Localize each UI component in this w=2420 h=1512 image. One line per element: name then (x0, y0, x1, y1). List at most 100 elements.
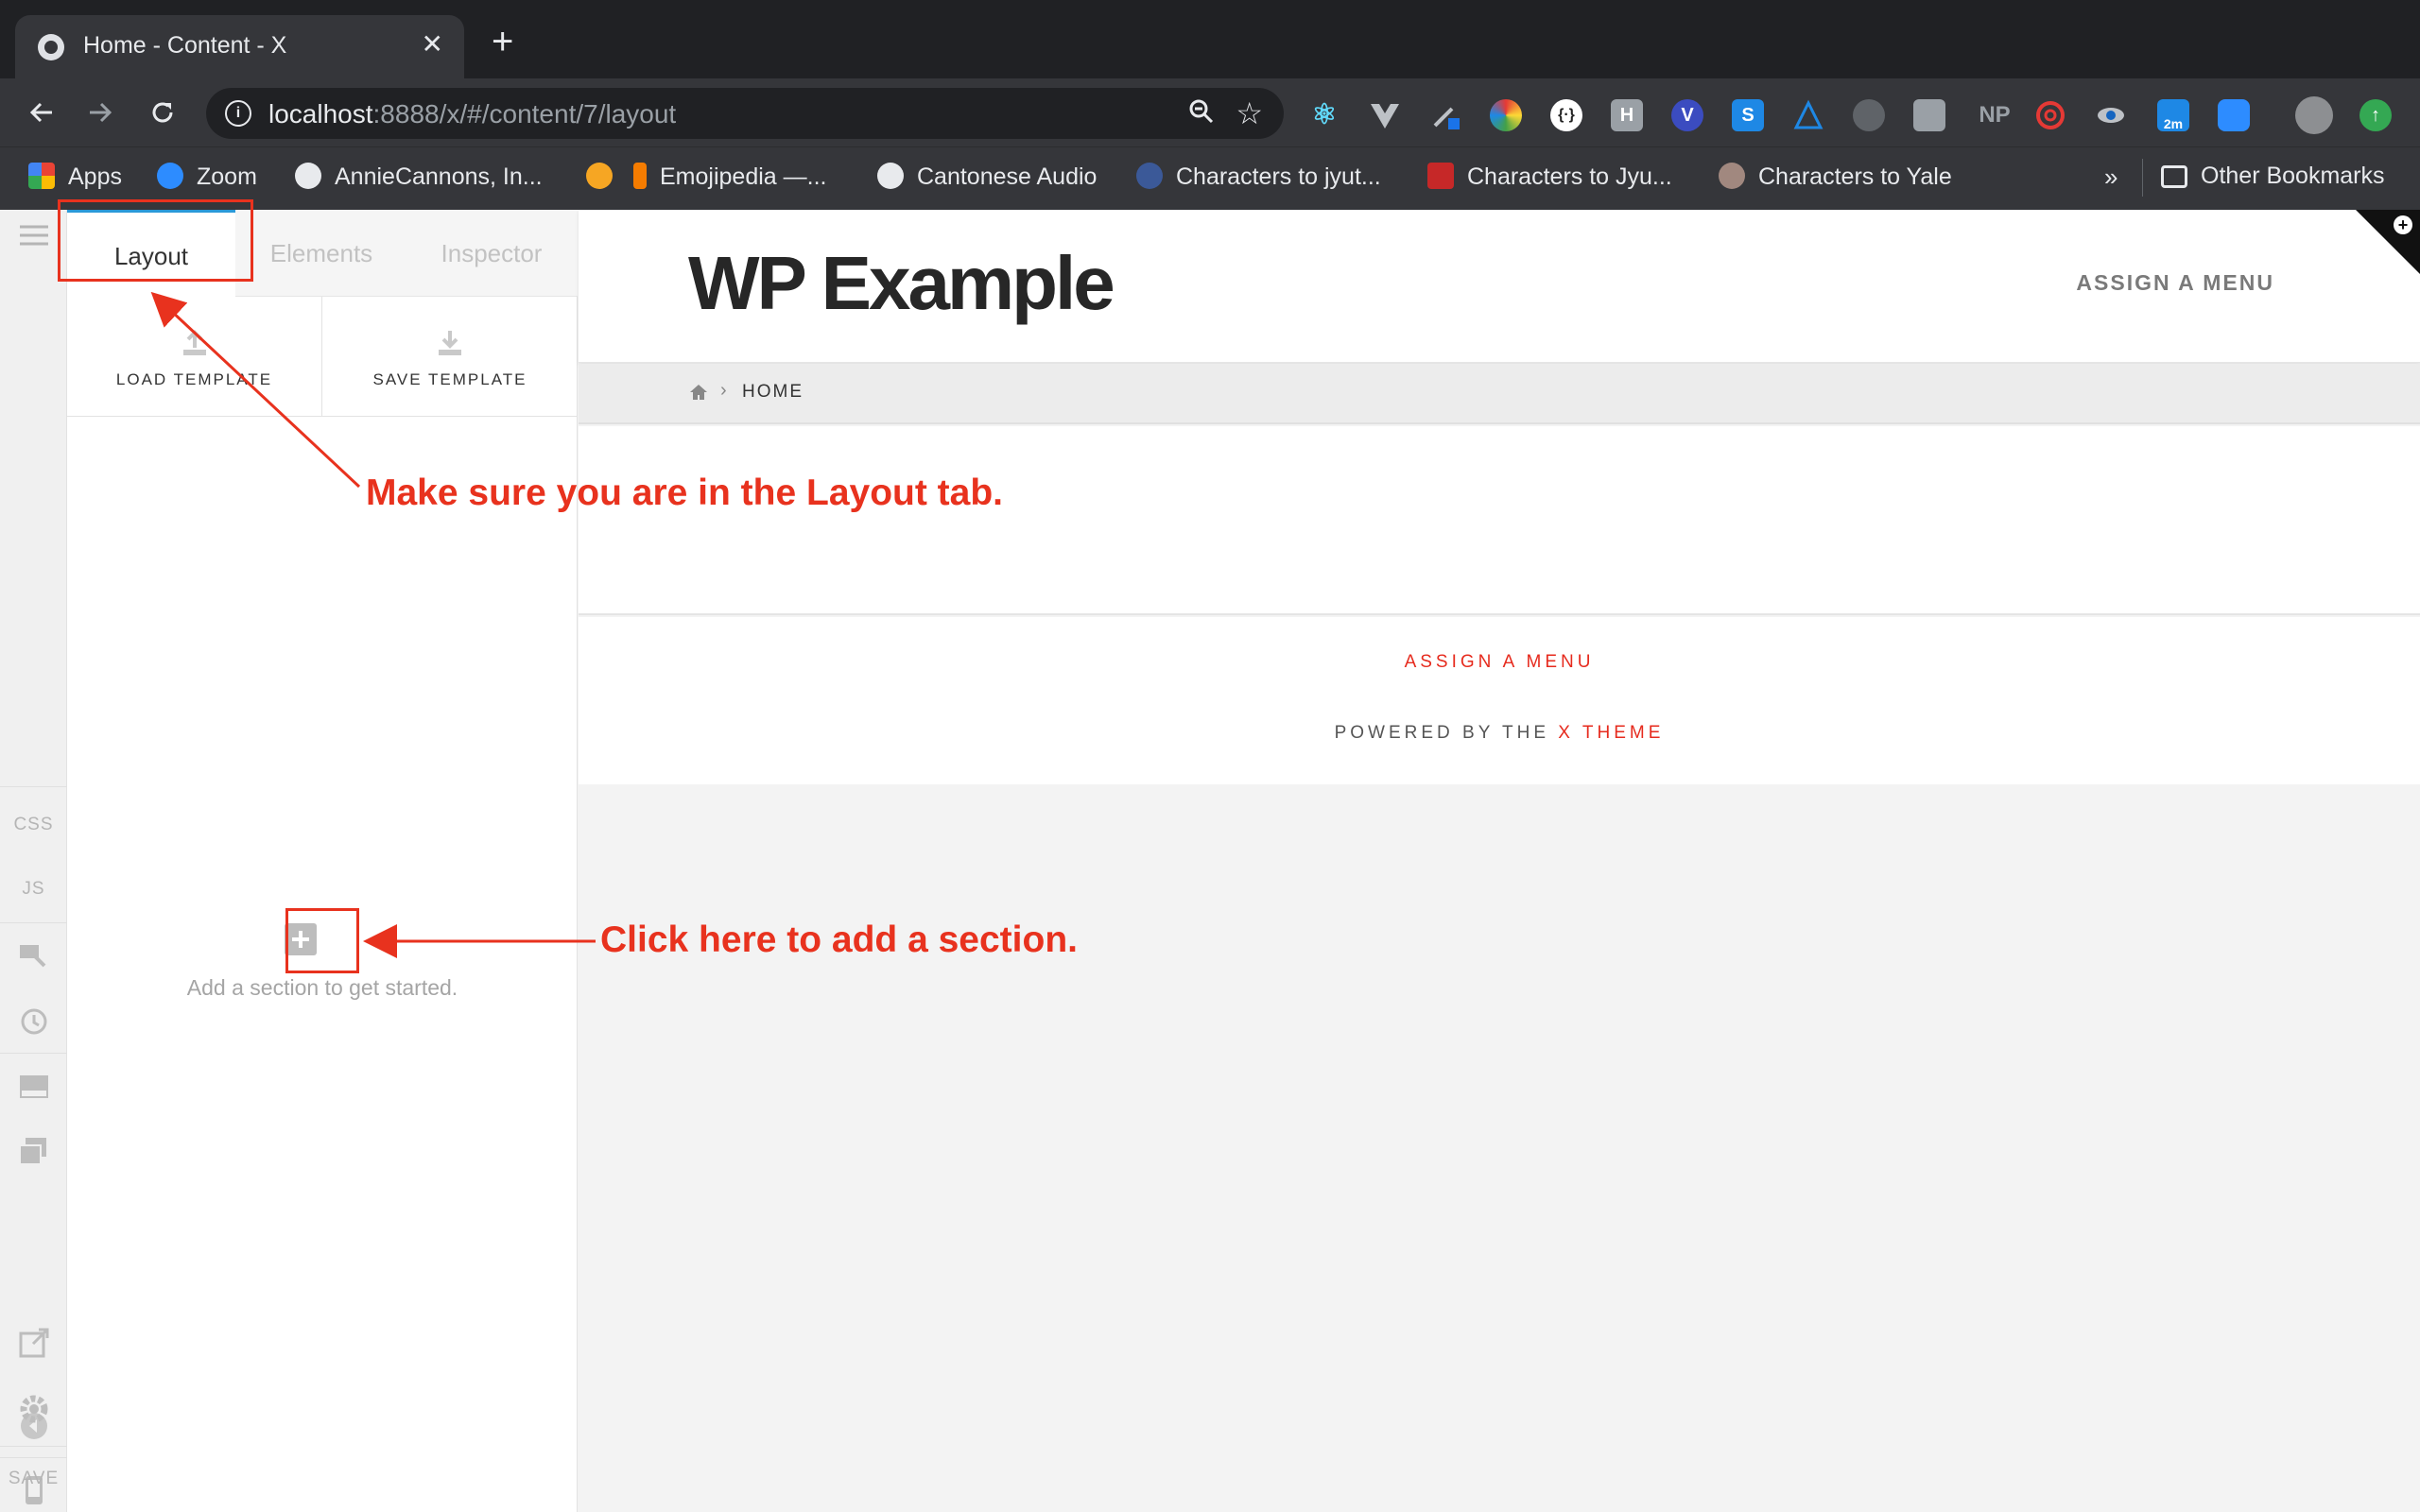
copy-icon[interactable] (0, 1136, 67, 1172)
browser-toolbar: i localhost:8888/x/#/content/7/layout ☆ … (0, 78, 2420, 146)
bookmark-characters-jyu[interactable]: Characters to Jyu... (1427, 163, 1672, 191)
download-icon (439, 331, 461, 355)
json-icon[interactable]: {·} (1550, 99, 1582, 131)
globe-icon (877, 163, 904, 189)
zoom-icon[interactable] (1187, 97, 1216, 132)
back-button[interactable] (19, 90, 64, 139)
rail-divider (0, 922, 67, 923)
bookmark-anniecannons[interactable]: AnnieCannons, In... (295, 163, 543, 191)
timer-icon[interactable]: 2m (2157, 99, 2189, 131)
new-tab-button[interactable]: + (492, 23, 513, 60)
rail-divider (0, 1053, 67, 1054)
vue-icon[interactable] (1369, 99, 1401, 131)
save-template-button[interactable]: SAVE TEMPLATE (322, 297, 578, 417)
bookmark-label: Characters to Yale (1758, 163, 1952, 190)
s-icon[interactable]: S (1732, 99, 1764, 131)
bookmarks-bar: Apps Zoom AnnieCannons, In... Emojipedia… (0, 146, 2420, 210)
tab-inspector[interactable]: Inspector (407, 210, 576, 297)
camera-icon[interactable] (1853, 99, 1885, 131)
v-icon[interactable]: V (1671, 99, 1703, 131)
history-icon[interactable] (0, 1005, 67, 1043)
rail-divider (0, 786, 67, 787)
js-button[interactable]: JS (0, 879, 67, 900)
update-icon[interactable]: ↑ (2360, 99, 2392, 131)
bookmark-characters-yale[interactable]: Characters to Yale (1719, 163, 1952, 191)
save-button[interactable]: SAVE (0, 1469, 67, 1489)
settings-gear-icon[interactable] (0, 1393, 67, 1431)
browser-tab[interactable]: Home - Content - X ✕ (15, 15, 464, 78)
layout-tab-highlight (58, 199, 253, 282)
other-bookmarks-label: Other Bookmarks (2201, 163, 2385, 189)
bookmark-star-icon[interactable]: ☆ (1236, 95, 1263, 131)
add-section-note: Click here to add a section. (600, 919, 1078, 960)
tab-elements[interactable]: Elements (237, 210, 406, 297)
bookmark-apps[interactable]: Apps (28, 163, 122, 191)
bookmark-label: Characters to Jyu... (1467, 163, 1672, 190)
h-icon[interactable]: H (1611, 99, 1643, 131)
bookmark-cantonese-audio[interactable]: Cantonese Audio (877, 163, 1097, 191)
footer-powered-text: POWERED BY THE (1334, 723, 1549, 743)
rail-divider (0, 1446, 67, 1447)
site-header: WP Example ASSIGN A MENU + (579, 210, 2420, 363)
breadcrumb: › HOME (579, 364, 2420, 424)
upload-icon (182, 330, 206, 355)
reload-button[interactable] (140, 90, 185, 139)
react-icon[interactable]: ⚛ (1308, 99, 1340, 131)
site-title[interactable]: WP Example (688, 240, 1115, 327)
home-icon[interactable] (688, 383, 709, 402)
empty-state-message: Add a section to get started. (186, 975, 458, 1000)
page-content-area (579, 426, 2420, 615)
url-path: :8888/x/#/content/7/layout (372, 99, 677, 129)
load-template-button[interactable]: LOAD TEMPLATE (67, 297, 322, 417)
bookmark-icon (633, 163, 647, 189)
save-template-label: SAVE TEMPLATE (372, 370, 527, 388)
back-arrow-icon (29, 102, 52, 123)
eye-icon[interactable] (2095, 99, 2127, 131)
apps-grid-icon (28, 163, 55, 189)
footer-assign-menu-link[interactable]: ASSIGN A MENU (579, 652, 2420, 673)
address-bar[interactable]: i localhost:8888/x/#/content/7/layout ☆ (206, 88, 1284, 139)
bookmark-emojipedia[interactable]: Emojipedia —... (633, 163, 826, 191)
zoom-video-icon[interactable] (2218, 99, 2250, 131)
css-button[interactable]: CSS (0, 815, 67, 835)
layout-view-icon[interactable] (0, 1074, 67, 1106)
eyedropper-icon[interactable] (1429, 99, 1461, 131)
bookmarks-overflow-button[interactable]: » (2104, 163, 2118, 192)
add-section-highlight (285, 908, 359, 973)
bookmark-emoji[interactable] (586, 163, 626, 191)
bookmark-label: AnnieCannons, In... (335, 163, 543, 190)
ruler-icon[interactable] (1792, 99, 1824, 131)
bookmark-label: Cantonese Audio (917, 163, 1098, 190)
bookmark-zoom[interactable]: Zoom (157, 163, 257, 191)
tab-close-icon[interactable]: ✕ (422, 28, 443, 60)
bookmark-characters-jyutping[interactable]: Characters to jyut... (1136, 163, 1381, 191)
browser-tab-strip: Home - Content - X ✕ + (0, 0, 2420, 78)
bookmark-label: Emojipedia —... (660, 163, 827, 190)
other-bookmarks[interactable]: Other Bookmarks (2161, 163, 2385, 190)
plus-circle-icon[interactable]: + (2394, 215, 2412, 234)
bookmark-label: Apps (68, 163, 122, 190)
figure-icon (1719, 163, 1745, 189)
site-info-icon[interactable]: i (225, 100, 251, 127)
footer-theme-link[interactable]: X THEME (1558, 723, 1664, 743)
emoji-icon (586, 163, 613, 189)
breadcrumb-current: HOME (742, 382, 804, 402)
elements-icon[interactable] (0, 941, 67, 975)
spiral-icon[interactable] (2034, 99, 2066, 131)
builder-rail: CSS JS (0, 210, 67, 1512)
load-template-label: LOAD TEMPLATE (115, 370, 273, 388)
external-link-icon[interactable] (0, 1327, 67, 1365)
magnifier-minus-icon (1189, 99, 1214, 124)
bookmark-label: Characters to jyut... (1176, 163, 1381, 190)
profile-avatar[interactable] (2295, 96, 2333, 134)
tab-favicon (38, 34, 64, 60)
assign-menu-link[interactable]: ASSIGN A MENU (2076, 270, 2274, 296)
chinese-char-icon (1427, 163, 1454, 189)
chevron-right-icon: › (720, 380, 727, 401)
colorzilla-icon[interactable] (1490, 99, 1522, 131)
np-icon[interactable]: NP (1974, 99, 2015, 131)
url-text: localhost:8888/x/#/content/7/layout (268, 99, 676, 129)
forward-button[interactable] (78, 90, 123, 139)
puzzle-icon[interactable] (1913, 99, 1945, 131)
site-footer: ASSIGN A MENU POWERED BY THE X THEME (579, 617, 2420, 784)
